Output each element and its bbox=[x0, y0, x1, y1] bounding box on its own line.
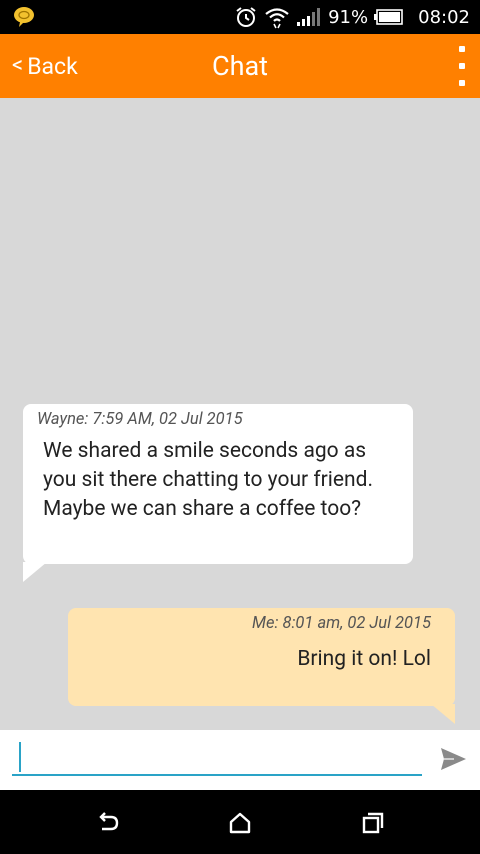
incoming-message[interactable]: Wayne: 7:59 AM, 02 Jul 2015 We shared a … bbox=[23, 404, 413, 582]
signal-icon bbox=[296, 7, 322, 27]
message-text: We shared a smile seconds ago as you sit… bbox=[43, 439, 373, 521]
status-bar: 91% 08:02 bbox=[0, 0, 480, 34]
system-nav-bar bbox=[0, 790, 480, 854]
send-icon[interactable] bbox=[438, 744, 468, 774]
menu-dot bbox=[459, 63, 465, 69]
back-nav-icon[interactable] bbox=[93, 808, 123, 838]
text-cursor bbox=[19, 742, 21, 772]
back-label: Back bbox=[27, 52, 78, 80]
composer-bar bbox=[0, 730, 480, 790]
chat-area[interactable]: Wayne: 7:59 AM, 02 Jul 2015 We shared a … bbox=[0, 98, 480, 730]
overflow-menu-icon[interactable] bbox=[456, 46, 468, 86]
message-text: Bring it on! Lol bbox=[297, 647, 431, 671]
message-input[interactable] bbox=[12, 740, 422, 776]
recents-icon[interactable] bbox=[358, 808, 388, 838]
chat-bubble-icon bbox=[12, 5, 36, 29]
menu-dot bbox=[459, 80, 465, 86]
status-indicators: 91% 08:02 bbox=[234, 0, 470, 34]
battery-percent: 91% bbox=[328, 6, 369, 28]
wifi-icon bbox=[264, 5, 290, 29]
clock: 08:02 bbox=[418, 6, 470, 28]
home-icon[interactable] bbox=[225, 808, 255, 838]
app-bar: < Back Chat bbox=[0, 34, 480, 98]
battery-icon bbox=[374, 8, 404, 26]
message-meta: Wayne: 7:59 AM, 02 Jul 2015 bbox=[37, 410, 243, 429]
menu-dot bbox=[459, 46, 465, 52]
input-underline bbox=[12, 774, 422, 776]
alarm-icon bbox=[234, 5, 258, 29]
chevron-left-icon: < bbox=[12, 53, 24, 78]
message-meta: Me: 8:01 am, 02 Jul 2015 bbox=[252, 614, 431, 633]
back-button[interactable]: < Back bbox=[12, 34, 78, 98]
outgoing-message[interactable]: Me: 8:01 am, 02 Jul 2015 Bring it on! Lo… bbox=[68, 608, 455, 724]
